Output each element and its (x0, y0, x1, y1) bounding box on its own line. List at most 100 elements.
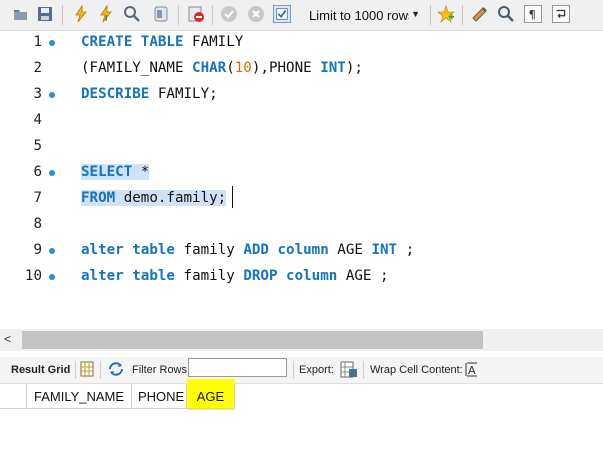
save-icon[interactable] (36, 5, 54, 23)
toolbar-separator (75, 361, 76, 379)
column-header-phone[interactable]: PHONE (132, 384, 187, 408)
toolbar-separator (363, 361, 364, 379)
editor-line[interactable]: 10 alter table family DROP column AGE ; (0, 265, 603, 289)
explain-icon[interactable] (123, 5, 141, 23)
rollback-icon[interactable] (247, 5, 265, 23)
export-label: Export: (299, 364, 334, 376)
sql-keyword: FROM (81, 190, 116, 206)
sql-keyword: INT (320, 60, 346, 76)
sql-keyword: column (286, 268, 338, 284)
sql-keyword: INT (371, 242, 398, 258)
wrap-icon[interactable] (552, 5, 570, 23)
editor-horizontal-scrollbar[interactable]: < (0, 329, 603, 351)
execute-current-icon[interactable]: I (97, 5, 115, 23)
svg-text:A: A (468, 364, 476, 377)
line-number: 10 (24, 268, 42, 284)
sql-keyword: alter (81, 268, 124, 284)
sql-text: family (174, 242, 244, 258)
scrollbar-thumb[interactable] (22, 331, 483, 349)
sql-keyword: DROP (243, 268, 278, 284)
sql-editor[interactable]: 1 CREATE TABLE FAMILY 2 (FAMILY_NAME CHAR(1… (0, 31, 603, 329)
execute-icon[interactable] (72, 5, 90, 23)
sql-text: * (132, 164, 150, 180)
line-number: 9 (33, 242, 42, 258)
toolbar-separator (430, 5, 431, 25)
line-number: 2 (33, 60, 42, 76)
editor-line[interactable]: 9 alter table family ADD column AGE INT ; (0, 239, 603, 263)
editor-line[interactable]: 4 (0, 109, 603, 133)
column-header-family-name[interactable]: FAMILY_NAME (27, 384, 132, 408)
sql-text: ; (397, 242, 415, 258)
line-code: CREATE TABLE FAMILY (81, 34, 243, 50)
toolbar-separator (178, 5, 179, 25)
editor-line[interactable]: 1 CREATE TABLE FAMILY (0, 31, 603, 55)
sql-keyword: SELECT (81, 164, 133, 180)
line-code: DESCRIBE FAMILY; (81, 86, 218, 102)
toolbar-separator (212, 5, 213, 25)
sql-text: ),PHONE (251, 60, 321, 76)
chevron-down-icon: ▼ (411, 9, 420, 19)
wrap-cell-content-label: Wrap Cell Content: (370, 364, 463, 376)
toolbar-separator (462, 5, 463, 25)
sql-text: demo.family; (115, 190, 227, 206)
sql-keyword: alter (81, 242, 124, 258)
editor-line[interactable]: 8 (0, 213, 603, 237)
column-header-age[interactable]: AGE (187, 384, 235, 408)
editor-line[interactable]: 6 SELECT * (0, 161, 603, 185)
add-bookmark-icon[interactable] (437, 5, 455, 23)
scroll-left-icon[interactable]: < (4, 332, 11, 346)
line-number: 8 (33, 216, 42, 232)
beautify-icon[interactable] (471, 5, 489, 23)
row-selector-header[interactable] (0, 384, 27, 408)
sql-text: AGE (328, 242, 372, 258)
wrap-cell-icon[interactable]: A (465, 362, 479, 380)
grid-layout-icon[interactable] (80, 361, 94, 380)
refresh-icon[interactable] (107, 361, 125, 380)
line-code: (FAMILY_NAME CHAR(10),PHONE INT); (81, 60, 363, 76)
sql-text: ); (345, 60, 363, 76)
sql-keyword: ADD (243, 242, 269, 258)
result-grid[interactable]: FAMILY_NAME PHONE AGE (0, 379, 603, 463)
line-number: 6 (33, 164, 42, 180)
toolbar-separator (293, 361, 294, 379)
find-icon[interactable] (497, 5, 515, 23)
sql-text: FAMILY (183, 34, 244, 50)
filter-rows-input[interactable] (188, 358, 287, 377)
line-code: FROM demo.family; (81, 190, 227, 206)
grid-header-row: FAMILY_NAME PHONE AGE (0, 384, 235, 409)
line-number: 4 (33, 112, 42, 128)
filter-rows-label: Filter Rows: (132, 364, 191, 376)
result-grid-label[interactable]: Result Grid (11, 364, 70, 376)
line-number: 3 (33, 86, 42, 102)
commit-icon[interactable] (220, 5, 238, 23)
limit-rows-value: Limit to 1000 rows (309, 8, 409, 23)
sql-keyword: DESCRIBE (81, 86, 150, 102)
line-number: 5 (33, 138, 42, 154)
statement-marker-icon (49, 248, 55, 254)
text-cursor (232, 186, 233, 208)
statement-marker-icon (49, 274, 55, 280)
editor-line[interactable]: 2 (FAMILY_NAME CHAR(10),PHONE INT); (0, 57, 603, 81)
sql-keyword: CREATE (81, 34, 133, 50)
editor-line[interactable]: 5 (0, 135, 603, 159)
stop-icon[interactable] (152, 5, 170, 23)
editor-line[interactable]: 7 FROM demo.family; (0, 187, 603, 211)
autocommit-icon[interactable] (273, 5, 291, 23)
toolbar-separator (100, 361, 101, 379)
toggle-error-icon[interactable] (187, 5, 205, 23)
statement-marker-icon (49, 40, 55, 46)
invisible-chars-icon[interactable]: ¶ (524, 5, 542, 23)
editor-line[interactable]: 3 DESCRIBE FAMILY; (0, 83, 603, 107)
result-grid-toolbar: Result Grid Filter Rows: Export: Wrap Ce… (0, 357, 603, 384)
svg-text:I: I (105, 14, 107, 23)
export-icon[interactable] (340, 361, 358, 381)
limit-rows-select[interactable]: Limit to 1000 rows ▼ (301, 4, 426, 26)
open-file-icon[interactable] (12, 5, 30, 23)
line-code: alter table family ADD column AGE INT ; (81, 242, 414, 258)
sql-text: FAMILY; (149, 86, 218, 102)
